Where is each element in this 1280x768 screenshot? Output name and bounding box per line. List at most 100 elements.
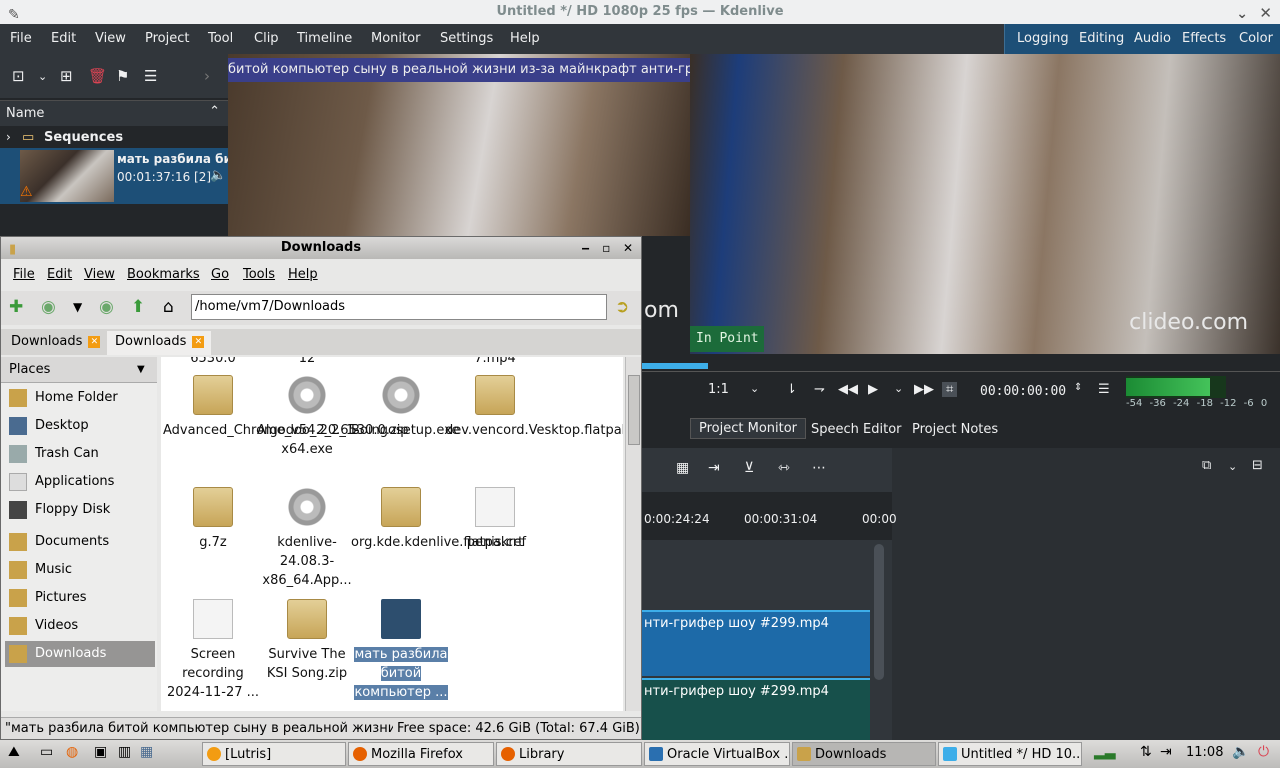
hamburger-icon[interactable]: ☰	[1098, 382, 1110, 397]
logout-icon[interactable]: ⇥	[1160, 744, 1172, 760]
back-icon[interactable]: ◉	[41, 297, 56, 317]
layout-effects[interactable]: Effects	[1182, 31, 1226, 46]
tab-downloads-2[interactable]: Downloads ✕	[107, 331, 211, 355]
menu-monitor[interactable]: Monitor	[371, 31, 420, 46]
lift-icon[interactable]: ⇿	[778, 460, 790, 476]
rewind-icon[interactable]: ◀◀	[838, 382, 858, 397]
file-item[interactable]: Algodoo_2_2_1-x64.exe	[257, 375, 359, 459]
file-item[interactable]: Advanced_Chrome_v54.20.6530.0.zip	[163, 375, 409, 440]
file-grid-scrollbar[interactable]	[625, 357, 641, 711]
menu-help[interactable]: Help	[510, 31, 540, 46]
place-applications[interactable]: Applications	[5, 469, 155, 495]
tab-project-notes[interactable]: Project Notes	[912, 422, 998, 437]
tab-downloads-1[interactable]: Downloads ✕	[3, 331, 107, 355]
timeline-scrollbar[interactable]	[874, 544, 884, 680]
bin-folder-sequences[interactable]: › ▭ Sequences	[0, 128, 228, 148]
place-documents[interactable]: Documents	[5, 529, 155, 555]
scrollbar-thumb[interactable]	[628, 375, 640, 445]
file-item[interactable]: Survive The KSI Song.zip	[257, 599, 357, 683]
detach-icon[interactable]: ⊟	[1252, 458, 1263, 473]
chevron-down-icon[interactable]: ⌄	[894, 382, 903, 395]
taskbar-kdenlive[interactable]: Untitled */ HD 10...	[938, 742, 1082, 766]
menu-settings[interactable]: Settings	[440, 31, 493, 46]
minimize-icon[interactable]: ‒	[581, 241, 589, 255]
timecode[interactable]: 00:00:00:00	[980, 384, 1066, 399]
place-music[interactable]: Music	[5, 557, 155, 583]
tab-project-monitor[interactable]: Project Monitor	[690, 418, 807, 439]
file-manager-icon[interactable]: ▣	[94, 744, 107, 760]
menu-edit[interactable]: Edit	[51, 31, 76, 46]
new-tab-icon[interactable]: ✚	[9, 297, 23, 317]
place-floppy-disk[interactable]: Floppy Disk	[5, 497, 155, 523]
layout-color[interactable]: Color	[1239, 31, 1273, 46]
place-pictures[interactable]: Pictures	[5, 585, 155, 611]
project-monitor-view[interactable]: битой компьютер сыну в реальной жизни из…	[228, 54, 690, 236]
audio-clip[interactable]: нти-грифер шоу #299.mp4	[642, 678, 870, 740]
menu-launcher-icon[interactable]: ⛰	[8, 744, 20, 760]
expand-icon[interactable]: ›	[6, 130, 11, 144]
chevron-down-icon[interactable]: ⌄	[1228, 460, 1237, 473]
volume-icon[interactable]: 🔈	[1232, 744, 1249, 760]
zoom-select[interactable]: 1:1	[708, 382, 729, 397]
chevron-right-icon[interactable]: ›	[204, 67, 210, 85]
maximize-icon[interactable]: ▫	[602, 241, 610, 255]
menu-clip[interactable]: Clip	[254, 31, 279, 46]
multitrack-icon[interactable]: ▦	[676, 460, 689, 476]
set-in-icon[interactable]: ⇂	[786, 382, 797, 397]
workspace-icon[interactable]: ▦	[140, 744, 153, 760]
firefox-icon[interactable]: ◍	[66, 744, 78, 760]
tag-icon[interactable]: ⚑	[116, 67, 129, 85]
file-item-selected[interactable]: мать разбила битой компьютер ...	[351, 599, 451, 702]
monitor-ruler[interactable]	[642, 358, 1280, 372]
close-tab-icon[interactable]: ✕	[88, 335, 101, 348]
layout-editing[interactable]: Editing	[1079, 31, 1124, 46]
dropdown-icon[interactable]: ▼	[137, 364, 145, 375]
menu-icon[interactable]: ☰	[144, 67, 157, 85]
file-item[interactable]: Boingosetup.exe	[351, 375, 459, 440]
chevron-down-icon[interactable]: ⌄	[750, 382, 759, 395]
fm-menu-view[interactable]: View	[84, 267, 115, 282]
history-dropdown-icon[interactable]: ▼	[73, 300, 82, 314]
show-desktop-icon[interactable]: ▭	[40, 744, 53, 760]
place-downloads[interactable]: Downloads	[5, 641, 155, 667]
network-icon[interactable]: ⇅	[1140, 744, 1152, 760]
chevron-down-icon[interactable]: ⌄	[38, 70, 47, 83]
taskbar-firefox[interactable]: Mozilla Firefox	[348, 742, 494, 766]
folder-icon[interactable]: ⊞	[60, 67, 73, 85]
tab-speech-editor[interactable]: Speech Editor	[811, 422, 902, 437]
file-manager-titlebar[interactable]: ▮ Downloads ‒ ▫ ✕	[1, 237, 641, 259]
power-icon[interactable]: ⏻	[1258, 744, 1269, 760]
place-desktop[interactable]: Desktop	[5, 413, 155, 439]
bin-clip-item[interactable]: ⚠ мать разбила бит 00:01:37:16 [2] 🔈	[0, 148, 239, 204]
close-icon[interactable]: ✕	[623, 241, 633, 255]
file-item[interactable]: Screen recording 2024-11-27 ...	[163, 599, 263, 702]
menu-project[interactable]: Project	[145, 31, 189, 46]
file-item[interactable]: dev.vencord.Vesktop.flatpakref	[445, 375, 623, 440]
layout-logging[interactable]: Logging	[1017, 31, 1069, 46]
home-icon[interactable]: ⌂	[163, 297, 174, 317]
fm-menu-edit[interactable]: Edit	[47, 267, 72, 282]
place-videos[interactable]: Videos	[5, 613, 155, 639]
menu-file[interactable]: File	[10, 31, 32, 46]
insert-icon[interactable]: ⇥	[708, 460, 720, 476]
place-home-folder[interactable]: Home Folder	[5, 385, 155, 411]
places-header[interactable]: Places ▼	[1, 357, 157, 383]
clock[interactable]: 11:08	[1186, 745, 1223, 760]
file-item[interactable]: g.7z	[163, 487, 263, 552]
file-item-partial[interactable]: 12	[257, 357, 357, 368]
file-item[interactable]: kdenlive-24.08.3-x86_64.App...	[257, 487, 357, 590]
name-column-header[interactable]: Name	[6, 106, 44, 121]
timeline-ruler[interactable]: 0:00:24:24 00:00:31:04 00:00	[642, 508, 897, 538]
forward-icon[interactable]: ▶▶	[914, 382, 934, 397]
clip-monitor-view[interactable]: om clideo.com	[644, 54, 1280, 354]
file-item[interactable]: penis.crt	[445, 487, 545, 552]
sort-arrow-icon[interactable]: ⌃	[209, 104, 220, 119]
layout-audio[interactable]: Audio	[1134, 31, 1171, 46]
fm-menu-help[interactable]: Help	[288, 267, 318, 282]
close-icon[interactable]: ✕	[1259, 1, 1272, 25]
crop-icon[interactable]: ⌗	[942, 382, 958, 397]
menu-tool[interactable]: Tool	[208, 31, 233, 46]
overwrite-icon[interactable]: ⊻	[744, 460, 754, 476]
place-trash-can[interactable]: Trash Can	[5, 441, 155, 467]
terminal-icon[interactable]: ▥	[118, 744, 131, 760]
